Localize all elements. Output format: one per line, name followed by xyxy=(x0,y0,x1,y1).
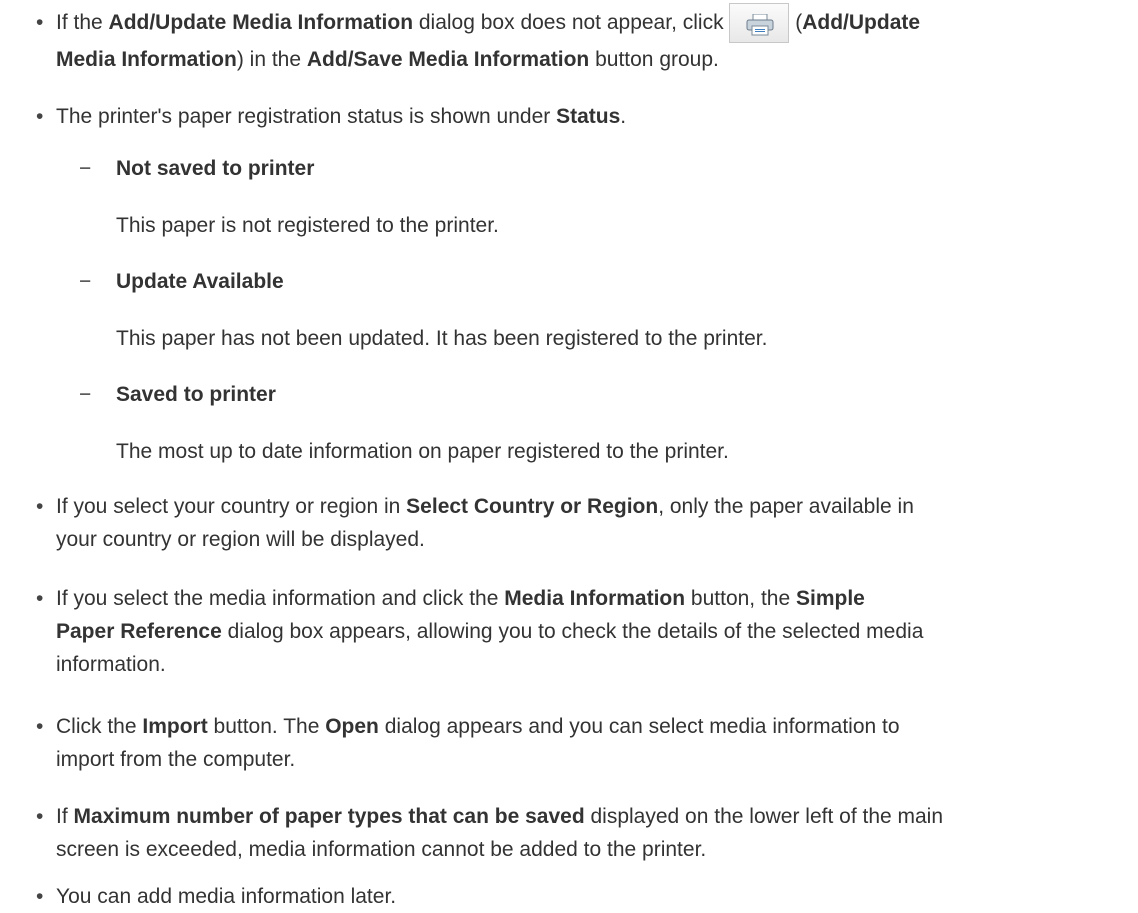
status-label: Not saved to printer xyxy=(116,157,315,180)
status-description: This paper is not registered to the prin… xyxy=(116,214,499,237)
list-item: • Click the Import button. The Open dial… xyxy=(36,710,1134,776)
bullet: • xyxy=(36,587,44,610)
bullet: • xyxy=(36,11,44,34)
status-item: − Not saved to printer xyxy=(79,152,1079,185)
bullet: • xyxy=(36,105,44,128)
add-update-media-button xyxy=(729,3,790,43)
list-item: • If you select the media information an… xyxy=(36,582,1134,681)
list-item: • You can add media information later. xyxy=(36,880,1134,913)
bullet: • xyxy=(36,495,44,518)
dash: − xyxy=(79,270,92,293)
status-item: − Saved to printer xyxy=(79,378,1079,411)
status-label: Update Available xyxy=(116,270,284,293)
list-item: • The printer's paper registration statu… xyxy=(36,100,1134,133)
dash: − xyxy=(79,157,92,180)
dash: − xyxy=(79,383,92,406)
status-description: The most up to date information on paper… xyxy=(116,440,729,463)
list-item: • If the Add/Update Media Information di… xyxy=(36,3,1134,76)
bullet: • xyxy=(36,885,44,908)
bullet: • xyxy=(36,805,44,828)
list-item: • If you select your country or region i… xyxy=(36,490,1134,556)
printer-icon xyxy=(746,14,774,36)
status-label: Saved to printer xyxy=(116,383,276,406)
button-group-name: Add/Save Media Information xyxy=(306,48,590,71)
status-item: − Update Available xyxy=(79,265,1079,298)
bullet: • xyxy=(36,715,44,738)
status-description: This paper has not been updated. It has … xyxy=(116,327,768,350)
list-item: • If Maximum number of paper types that … xyxy=(36,800,1134,866)
dialog-name: Add/Update Media Information xyxy=(108,11,414,34)
